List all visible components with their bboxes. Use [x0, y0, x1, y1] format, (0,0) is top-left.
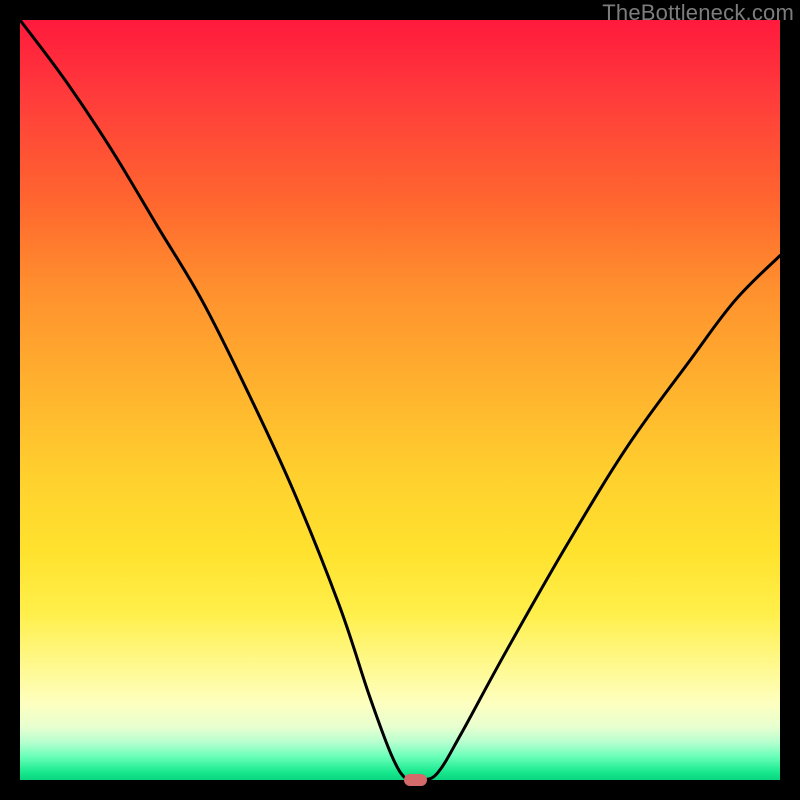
- plot-area: [20, 20, 780, 780]
- bottleneck-curve: [20, 20, 780, 780]
- chart-frame: TheBottleneck.com: [0, 0, 800, 800]
- optimum-marker: [404, 774, 427, 786]
